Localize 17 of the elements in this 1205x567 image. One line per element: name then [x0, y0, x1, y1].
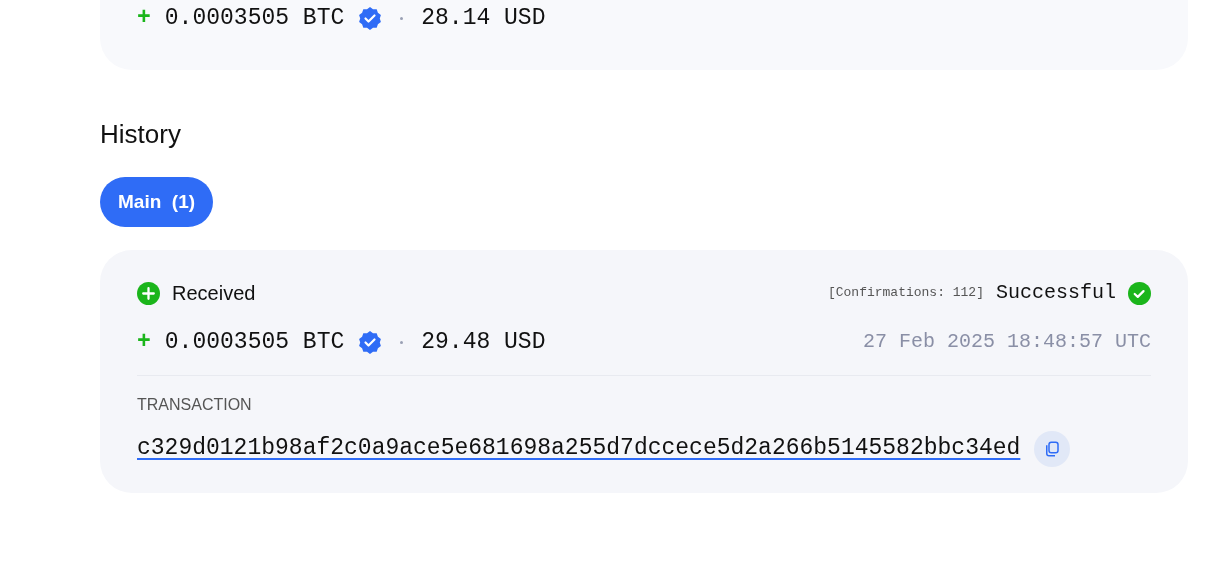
plus-sign: + — [137, 4, 151, 33]
copy-button[interactable] — [1034, 430, 1071, 467]
plus-sign: + — [137, 328, 151, 357]
copy-icon — [1043, 439, 1062, 458]
confirmations-count: [Confirmations: 112] — [827, 284, 984, 303]
transaction-hash-link[interactable]: c329d0121b98af2c0a9ace5e681698a255d7dccece5d2a266b5145582bbc34ed — [137, 431, 1021, 466]
transaction-date: 27 Feb 2025 18:48:57 UTC — [862, 329, 1151, 356]
section-heading: History — [100, 118, 182, 150]
tab[interactable]: Main (1) — [100, 177, 214, 227]
status-text: Successful — [995, 280, 1116, 306]
plus-circle-icon — [137, 281, 160, 305]
field-label: TRANSACTION — [137, 394, 253, 415]
fiat-amount: 28.14 USD — [421, 4, 546, 33]
transaction-type: Received — [172, 281, 256, 306]
crypto-amount: 0.0003505 BTC — [164, 4, 345, 33]
crypto-amount: 0.0003505 BTC — [164, 328, 345, 357]
fiat-amount: 29.48 USD — [421, 328, 546, 357]
